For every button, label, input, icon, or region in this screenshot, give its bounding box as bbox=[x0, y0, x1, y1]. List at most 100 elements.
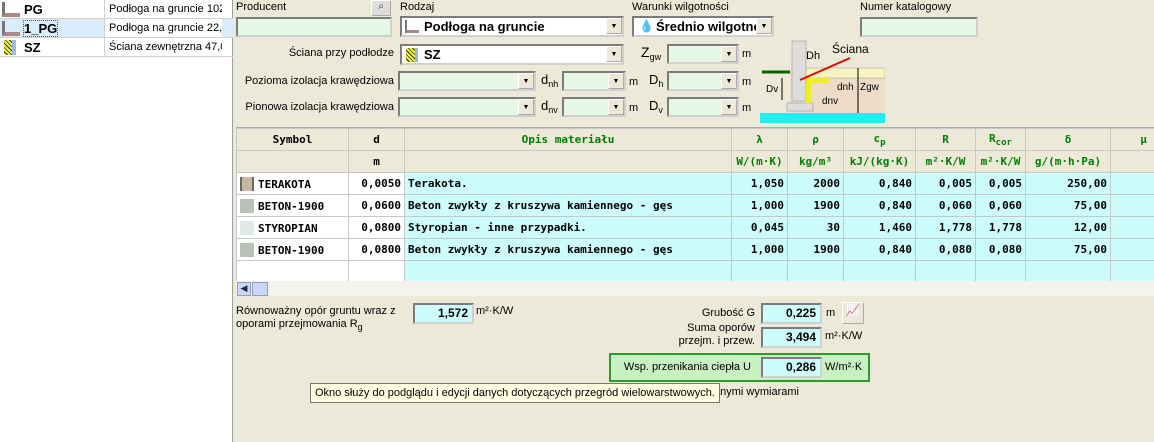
cell-mu[interactable]: 1 bbox=[1110, 238, 1154, 261]
cell-delta[interactable]: 75,00 bbox=[1025, 238, 1111, 261]
table-row[interactable]: TERAKOTA 0,0050 Terakota. 1,050 2000 0,840 0,0… bbox=[236, 172, 1154, 195]
cell-mu[interactable]: 6 bbox=[1110, 216, 1154, 239]
list-item[interactable]: 1_PG Podłoga na gruncie 22, bbox=[0, 19, 233, 38]
col-symbol[interactable]: Symbol bbox=[236, 128, 349, 151]
producent-input[interactable] bbox=[236, 17, 392, 37]
floor-on-ground-icon bbox=[2, 21, 20, 36]
cell-rcor[interactable]: 1,778 bbox=[975, 216, 1026, 239]
chevron-down-icon[interactable]: ▼ bbox=[518, 73, 534, 89]
cell-rcor[interactable]: 0,080 bbox=[975, 238, 1026, 261]
rodzaj-select[interactable]: Podłoga na gruncie ▼ bbox=[400, 16, 624, 37]
col-lambda[interactable]: λ bbox=[731, 128, 788, 151]
cell-mu[interactable]: 1 bbox=[1110, 194, 1154, 217]
cell-cp[interactable]: 0,840 bbox=[843, 238, 916, 261]
cell-lambda[interactable]: 1,000 bbox=[731, 238, 788, 261]
chevron-down-icon[interactable]: ▼ bbox=[721, 99, 737, 115]
dv-select[interactable]: ▼ bbox=[667, 97, 739, 117]
svg-text:dnv: dnv bbox=[822, 96, 838, 107]
u-value: 0,286 bbox=[761, 357, 822, 378]
cell-opis[interactable]: Beton zwykły z kruszywa kamiennego - gęs bbox=[404, 194, 732, 217]
cell-symbol[interactable]: BETON-1900 bbox=[236, 194, 349, 217]
cell-symbol[interactable]: TERAKOTA bbox=[236, 172, 349, 195]
col-rcor[interactable]: Rcor bbox=[975, 128, 1026, 151]
cell-symbol[interactable]: STYROPIAN bbox=[236, 216, 349, 239]
chevron-down-icon[interactable]: ▼ bbox=[756, 18, 772, 34]
chevron-down-icon[interactable]: ▼ bbox=[721, 73, 737, 89]
col-d[interactable]: d bbox=[348, 128, 405, 151]
pionowa-select[interactable]: ▼ bbox=[398, 97, 536, 117]
cell-r[interactable]: 0,080 bbox=[915, 238, 976, 261]
list-item[interactable]: SZ Ściana zewnętrzna 47,0 bbox=[0, 38, 233, 57]
wilgotnosc-select[interactable]: 💧 Średnio wilgotne ▼ bbox=[632, 16, 774, 37]
col-r[interactable]: R bbox=[915, 128, 976, 151]
dnv-select[interactable]: ▼ bbox=[562, 97, 626, 117]
styrofoam-material-icon bbox=[240, 220, 254, 235]
floor-on-ground-icon bbox=[2, 2, 20, 17]
table-row[interactable]: STYROPIAN 0,0800 Styropian - inne przypadk… bbox=[236, 216, 1154, 239]
pionowa-label: Pionowa izolacja krawędziowa bbox=[245, 101, 394, 113]
zgw-label: Zgw bbox=[641, 44, 662, 62]
sciana-select[interactable]: SZ ▼ bbox=[400, 44, 624, 65]
cell-symbol[interactable]: BETON-1900 bbox=[236, 238, 349, 261]
cell-cp[interactable]: 1,460 bbox=[843, 216, 916, 239]
g-label: Grubość G bbox=[701, 307, 755, 319]
cell-opis[interactable]: Beton zwykły z kruszywa kamiennego - gęs bbox=[404, 238, 732, 261]
col-rho[interactable]: ρ bbox=[787, 128, 844, 151]
producent-label: Producent bbox=[236, 1, 287, 13]
cell-mu[interactable] bbox=[1110, 172, 1154, 195]
table-row[interactable]: BETON-1900 0,0600 Beton zwykły z kruszywa … bbox=[236, 194, 1154, 217]
numer-input[interactable] bbox=[860, 17, 978, 37]
svg-text:dnh: dnh bbox=[837, 82, 854, 93]
cell-rho[interactable]: 1900 bbox=[787, 194, 844, 217]
cell-rcor[interactable]: 0,060 bbox=[975, 194, 1026, 217]
cell-r[interactable]: 1,778 bbox=[915, 216, 976, 239]
diagram-wall-label: Ściana bbox=[832, 41, 869, 56]
cell-delta[interactable]: 75,00 bbox=[1025, 194, 1111, 217]
cell-rho[interactable]: 2000 bbox=[787, 172, 844, 195]
cell-r[interactable]: 0,060 bbox=[915, 194, 976, 217]
list-item[interactable]: PG Podłoga na gruncie 102 bbox=[0, 0, 233, 19]
chevron-down-icon[interactable]: ▼ bbox=[606, 18, 622, 34]
chevron-down-icon[interactable]: ▼ bbox=[721, 46, 737, 62]
col-mu[interactable]: μ bbox=[1110, 128, 1154, 151]
external-wall-icon bbox=[4, 40, 16, 55]
cell-cp[interactable]: 0,840 bbox=[843, 194, 916, 217]
table-row-empty[interactable] bbox=[236, 260, 1154, 283]
cell-opis[interactable]: Terakota. bbox=[404, 172, 732, 195]
cell-cp[interactable]: 0,840 bbox=[843, 172, 916, 195]
scrollbar-thumb[interactable] bbox=[252, 282, 268, 296]
cell-d[interactable]: 0,0800 bbox=[348, 238, 405, 261]
dnh-select[interactable]: ▼ bbox=[562, 71, 626, 91]
chevron-down-icon[interactable]: ▼ bbox=[606, 46, 622, 62]
chevron-down-icon[interactable]: ▼ bbox=[518, 99, 534, 115]
dh-select[interactable]: ▼ bbox=[667, 71, 739, 91]
cell-lambda[interactable]: 1,050 bbox=[731, 172, 788, 195]
pozioma-select[interactable]: ▼ bbox=[398, 71, 536, 91]
horizontal-scrollbar[interactable]: ◀ bbox=[236, 281, 1154, 296]
cell-rcor[interactable]: 0,005 bbox=[975, 172, 1026, 195]
cell-lambda[interactable]: 1,000 bbox=[731, 194, 788, 217]
scroll-left-icon[interactable]: ◀ bbox=[237, 282, 251, 296]
cell-delta[interactable]: 12,00 bbox=[1025, 216, 1111, 239]
cell-opis[interactable]: Styropian - inne przypadki. bbox=[404, 216, 732, 239]
cell-d[interactable]: 0,0600 bbox=[348, 194, 405, 217]
cell-d[interactable]: 0,0050 bbox=[348, 172, 405, 195]
cell-r[interactable]: 0,005 bbox=[915, 172, 976, 195]
cell-delta[interactable]: 250,00 bbox=[1025, 172, 1111, 195]
layers-table[interactable]: Symbol d Opis materiału λ ρ cp R Rcor δ … bbox=[236, 127, 1154, 296]
zgw-select[interactable]: ▼ bbox=[667, 44, 739, 64]
col-delta[interactable]: δ bbox=[1025, 128, 1111, 151]
cell-rho[interactable]: 30 bbox=[787, 216, 844, 239]
chevron-down-icon[interactable]: ▼ bbox=[608, 73, 624, 89]
search-producer-icon[interactable]: ⌕ bbox=[371, 0, 391, 16]
floor-on-ground-icon bbox=[405, 20, 419, 33]
col-opis[interactable]: Opis materiału bbox=[404, 128, 732, 151]
partition-list[interactable]: PG Podłoga na gruncie 102 1_PG Podłoga n… bbox=[0, 0, 233, 442]
table-row[interactable]: BETON-1900 0,0800 Beton zwykły z kruszywa … bbox=[236, 238, 1154, 261]
chart-icon[interactable]: 📈 bbox=[842, 302, 864, 324]
cell-lambda[interactable]: 0,045 bbox=[731, 216, 788, 239]
col-cp[interactable]: cp bbox=[843, 128, 916, 151]
cell-rho[interactable]: 1900 bbox=[787, 238, 844, 261]
cell-d[interactable]: 0,0800 bbox=[348, 216, 405, 239]
chevron-down-icon[interactable]: ▼ bbox=[608, 99, 624, 115]
